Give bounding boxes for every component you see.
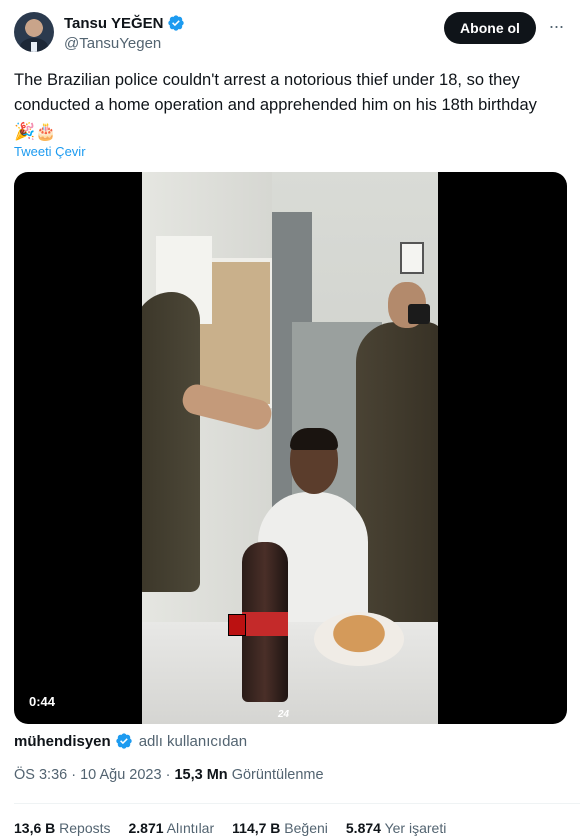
video-scene-window: [400, 242, 424, 274]
meta-separator: ·: [71, 767, 77, 783]
video-duration-badge: 0:44: [22, 691, 63, 712]
quotes-stat[interactable]: 2.871 Alıntılar: [129, 820, 215, 836]
video-player[interactable]: 24 0:44: [14, 172, 567, 724]
verified-badge-icon: [168, 15, 185, 31]
views-label: Görüntülenme: [231, 767, 324, 783]
bookmarks-label: Yer işareti: [384, 820, 447, 836]
video-scene-camera: [408, 304, 430, 324]
bookmarks-stat[interactable]: 5.874 Yer işareti: [346, 820, 446, 836]
views-count: 15,3 Mn: [174, 767, 228, 783]
likes-count: 114,7 B: [232, 820, 281, 836]
verified-badge-icon: [116, 733, 132, 749]
author-name-row: Tansu YEĞEN: [64, 14, 185, 32]
video-attribution: mühendisyen adlı kullanıcıdan: [14, 732, 247, 750]
reposts-stat[interactable]: 13,6 B Reposts: [14, 820, 111, 836]
video-scene-officer-left: [142, 292, 200, 592]
engagement-stats: 13,6 B Reposts 2.871 Alıntılar 114,7 B B…: [14, 820, 446, 836]
reposts-count: 13,6 B: [14, 820, 56, 836]
likes-label: Beğeni: [284, 820, 328, 836]
tweet-time[interactable]: ÖS 3:36: [14, 767, 67, 783]
reposts-label: Reposts: [59, 820, 111, 836]
quotes-label: Alıntılar: [166, 820, 215, 836]
author-handle[interactable]: @TansuYegen: [64, 35, 185, 52]
more-horizontal-icon[interactable]: ···: [546, 17, 566, 38]
likes-stat[interactable]: 114,7 B Beğeni: [232, 820, 328, 836]
follow-button[interactable]: Abone ol: [444, 12, 536, 44]
attribution-name[interactable]: mühendisyen: [14, 733, 111, 750]
tweet-body: The Brazilian police couldn't arrest a n…: [14, 71, 537, 114]
video-scene-officer-right: [356, 322, 438, 632]
bookmarks-count: 5.874: [345, 820, 381, 836]
divider: [14, 803, 580, 804]
attribution-suffix: adlı kullanıcıdan: [138, 732, 248, 750]
video-scene-cake: [314, 612, 404, 666]
tweet-header: Tansu YEĞEN @TansuYegen Abone ol ···: [14, 12, 566, 56]
tweet-meta: ÖS 3:36 · 10 Ağu 2023 · 15,3 Mn Görüntül…: [14, 767, 324, 783]
video-frame: 24: [142, 172, 438, 724]
meta-separator: ·: [165, 767, 171, 783]
author-block: Tansu YEĞEN @TansuYegen: [64, 14, 185, 52]
tweet-date[interactable]: 10 Ağu 2023: [80, 767, 161, 783]
avatar-shirt: [31, 42, 37, 52]
author-display-name[interactable]: Tansu YEĞEN: [64, 15, 163, 32]
translate-link[interactable]: Tweeti Çevir: [14, 144, 86, 159]
avatar[interactable]: [14, 12, 54, 52]
video-scene-bottle-label: [242, 612, 288, 636]
video-logo-mark: [228, 614, 246, 636]
video-scene-man-hair: [290, 428, 338, 450]
tweet-text: The Brazilian police couldn't arrest a n…: [14, 68, 570, 143]
birthday-cake-emoji: 🎂: [35, 122, 57, 141]
party-popper-emoji: 🎉: [14, 122, 36, 141]
quotes-count: 2.871: [128, 820, 164, 836]
video-watermark: 24: [278, 709, 290, 720]
